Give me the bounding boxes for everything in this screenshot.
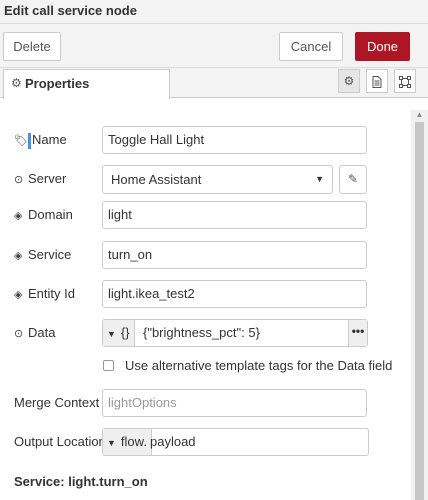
alt-template-tags-checkbox[interactable]: [103, 360, 114, 371]
gear-icon: ⚙: [11, 76, 22, 90]
vertical-scrollbar[interactable]: ▲: [411, 110, 428, 500]
expand-editor-button[interactable]: •••: [348, 320, 367, 346]
cube-icon: ◈: [14, 250, 23, 262]
dot-circle-icon: ⊙: [14, 174, 24, 186]
data-typed-input[interactable]: ▼ {} {"brightness_pct": 5} •••: [102, 319, 368, 347]
entity-id-label: ◈ Entity Id: [14, 286, 75, 301]
merge-context-label: Merge Context: [14, 395, 100, 410]
name-label: 🏷 Name: [14, 132, 67, 149]
tab-properties-label: Properties: [25, 76, 90, 91]
chevron-down-icon: ▼: [315, 174, 324, 184]
output-type-label: flow.: [120, 434, 147, 449]
output-location-input[interactable]: payload: [150, 429, 196, 455]
alt-template-tags-label: Use alternative template tags for the Da…: [125, 358, 393, 373]
tab-bar: ⚙ Properties ⚙: [0, 68, 428, 99]
text-cursor: [28, 132, 31, 149]
cube-icon: ◈: [14, 289, 23, 301]
merge-context-input[interactable]: lightOptions: [102, 389, 367, 417]
dialog-header: Edit call service node: [0, 0, 428, 24]
data-input[interactable]: {"brightness_pct": 5}: [143, 320, 260, 346]
service-label: ◈ Service: [14, 247, 72, 262]
output-location-typed-input[interactable]: ▼ flow. payload: [102, 428, 369, 456]
caret-down-icon: ▼: [107, 329, 116, 339]
settings-tab-button[interactable]: ⚙: [338, 69, 360, 93]
service-input[interactable]: turn_on: [102, 241, 367, 269]
tab-properties[interactable]: ⚙ Properties: [3, 69, 170, 99]
caret-down-icon: ▼: [107, 438, 116, 448]
entity-id-input[interactable]: light.ikea_test2: [102, 280, 367, 308]
output-type-button[interactable]: ▼ flow.: [103, 429, 152, 455]
data-type-button[interactable]: ▼ {}: [103, 320, 135, 346]
frame-icon: [399, 75, 411, 88]
done-button[interactable]: Done: [355, 32, 410, 61]
data-label: ⊙ Data: [14, 325, 56, 340]
domain-label: ◈ Domain: [14, 207, 73, 222]
dot-circle-icon: ⊙: [14, 328, 24, 340]
appearance-tab-button[interactable]: [394, 69, 416, 93]
service-summary: Service: light.turn_on: [14, 474, 148, 489]
cancel-button[interactable]: Cancel: [279, 32, 343, 61]
pencil-icon: ✎: [347, 172, 359, 186]
dialog-button-bar: Delete Cancel Done: [0, 24, 428, 68]
server-select-value: Home Assistant: [111, 172, 202, 187]
dialog-title: Edit call service node: [4, 3, 137, 18]
edit-server-button[interactable]: ✎: [339, 165, 367, 194]
document-icon: [372, 75, 382, 88]
scroll-thumb[interactable]: [415, 122, 424, 500]
output-location-label: Output Location: [14, 434, 106, 449]
domain-input[interactable]: light: [102, 201, 367, 229]
server-select[interactable]: Home Assistant ▼: [102, 165, 333, 194]
tag-icon: 🏷: [14, 135, 28, 147]
description-tab-button[interactable]: [366, 69, 388, 93]
cube-icon: ◈: [14, 210, 23, 222]
delete-button[interactable]: Delete: [3, 32, 61, 61]
scroll-up-arrow-icon[interactable]: ▲: [411, 110, 428, 122]
gear-icon: ⚙: [343, 74, 355, 88]
name-input[interactable]: Toggle Hall Light: [102, 126, 367, 154]
server-label: ⊙ Server: [14, 171, 67, 186]
json-type-icon: {}: [120, 325, 130, 340]
